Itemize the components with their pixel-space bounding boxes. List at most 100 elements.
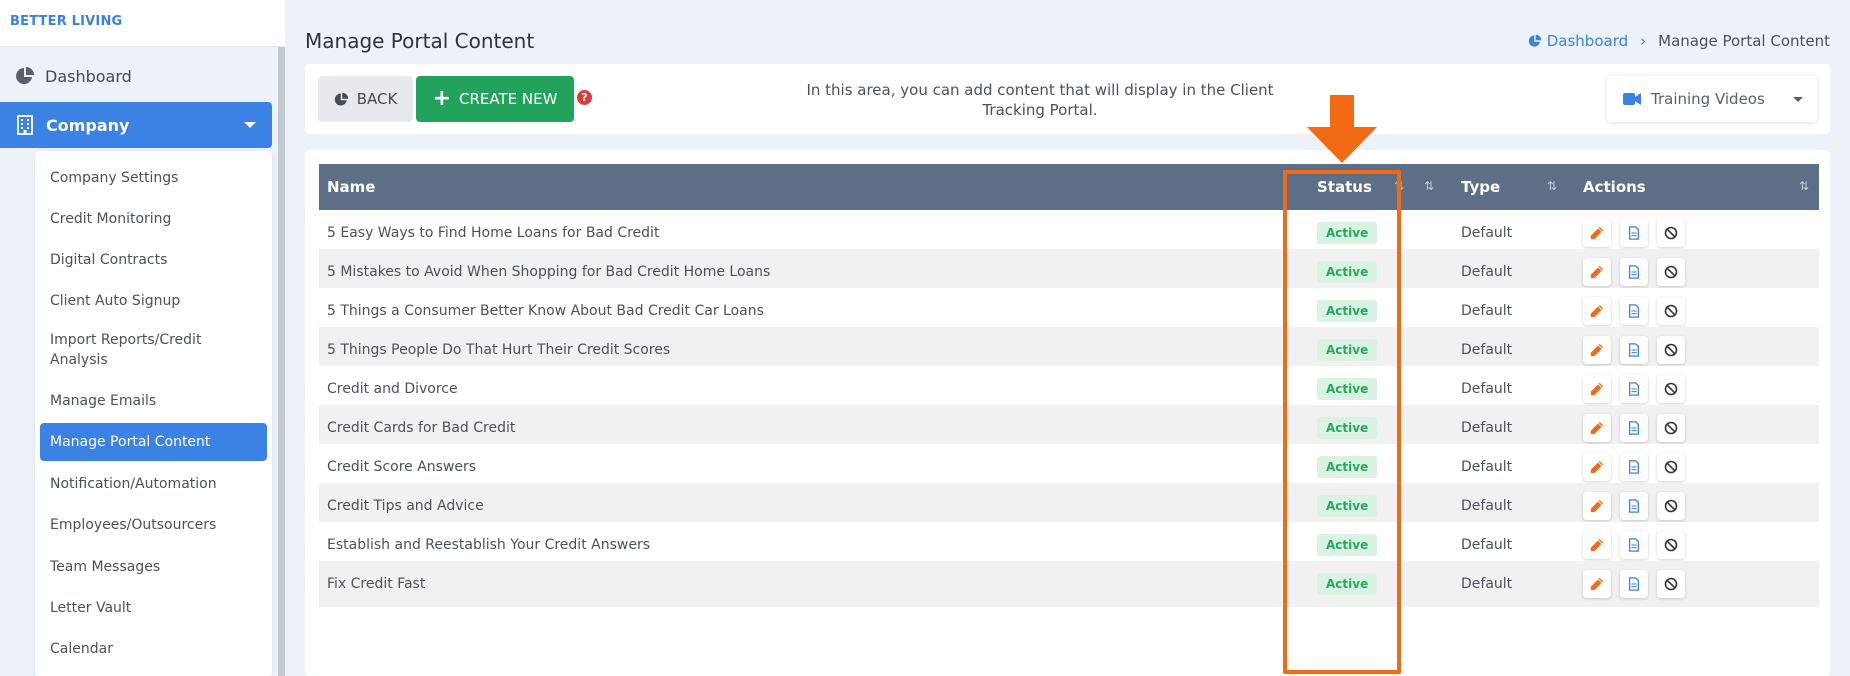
video-camera-icon: [1623, 93, 1641, 105]
info-text: In this area, you can add content that w…: [806, 81, 1274, 119]
submenu-calendar[interactable]: Calendar: [40, 639, 267, 659]
submenu-import-reports[interactable]: Import Reports/Credit Analysis: [40, 330, 240, 370]
view-button[interactable]: [1620, 414, 1648, 442]
pencil-icon: [1590, 343, 1604, 357]
submenu-employees-outsourcers[interactable]: Employees/Outsourcers: [40, 515, 267, 535]
view-button[interactable]: [1620, 375, 1648, 403]
breadcrumb-home-label: Dashboard: [1546, 32, 1629, 50]
edit-button[interactable]: [1583, 531, 1611, 559]
column-header-type[interactable]: Type: [1461, 164, 1500, 210]
disable-button[interactable]: [1657, 414, 1685, 442]
status-badge: Active: [1317, 417, 1378, 439]
submenu-manage-portal-content[interactable]: Manage Portal Content: [40, 423, 267, 461]
table-header: Name ⇅ Status ⇅ Type ⇅ Actions ⇅: [319, 164, 1819, 210]
sidebar-item-company[interactable]: Company: [0, 102, 272, 148]
status-badge: Active: [1317, 573, 1378, 595]
view-button[interactable]: [1620, 453, 1648, 481]
sort-icon[interactable]: ⇅: [1394, 179, 1404, 193]
disable-button[interactable]: [1657, 258, 1685, 286]
submenu-digital-contracts[interactable]: Digital Contracts: [40, 250, 267, 270]
submenu-team-messages[interactable]: Team Messages: [40, 557, 267, 577]
sidebar-scrollbar[interactable]: [278, 47, 285, 676]
pencil-icon: [1590, 226, 1604, 240]
content-table-card: Name ⇅ Status ⇅ Type ⇅ Actions ⇅ 5 Easy …: [305, 150, 1830, 676]
status-badge: Active: [1317, 261, 1378, 283]
column-header-name[interactable]: Name: [327, 164, 375, 210]
content-type-select-value: Training Videos: [1651, 90, 1765, 108]
disable-button[interactable]: [1657, 375, 1685, 403]
breadcrumb-home-link[interactable]: Dashboard: [1528, 32, 1628, 50]
disable-button[interactable]: [1657, 453, 1685, 481]
edit-button[interactable]: [1583, 570, 1611, 598]
disable-button[interactable]: [1657, 570, 1685, 598]
edit-button[interactable]: [1583, 414, 1611, 442]
status-badge: Active: [1317, 222, 1378, 244]
edit-button[interactable]: [1583, 453, 1611, 481]
status-badge: Active: [1317, 300, 1378, 322]
brand-logo-text[interactable]: BETTER LIVING: [10, 14, 122, 29]
pencil-icon: [1590, 538, 1604, 552]
status-badge: Active: [1317, 534, 1378, 556]
sidebar-item-dashboard[interactable]: Dashboard: [0, 57, 278, 95]
back-button-label: BACK: [356, 90, 398, 108]
disable-button[interactable]: [1657, 219, 1685, 247]
ban-icon: [1664, 460, 1678, 474]
disable-button[interactable]: [1657, 336, 1685, 364]
edit-button[interactable]: [1583, 492, 1611, 520]
ban-icon: [1664, 382, 1678, 396]
ban-icon: [1664, 265, 1678, 279]
column-header-label: Name: [327, 178, 376, 196]
view-button[interactable]: [1620, 219, 1648, 247]
pencil-icon: [1590, 460, 1604, 474]
view-button[interactable]: [1620, 336, 1648, 364]
row-name: Fix Credit Fast: [327, 576, 426, 592]
disable-button[interactable]: [1657, 492, 1685, 520]
column-header-actions[interactable]: Actions: [1583, 164, 1646, 210]
view-button[interactable]: [1620, 258, 1648, 286]
edit-button[interactable]: [1583, 219, 1611, 247]
pencil-icon: [1590, 499, 1604, 513]
column-header-status[interactable]: Status: [1317, 164, 1372, 210]
column-header-label: Type: [1461, 178, 1501, 196]
create-new-button-label: CREATE NEW: [459, 90, 558, 108]
sort-icon[interactable]: ⇅: [1424, 179, 1434, 193]
submenu-notification-automation[interactable]: Notification/Automation: [40, 474, 267, 494]
status-badge: Active: [1317, 495, 1378, 517]
submenu-company-settings[interactable]: Company Settings: [40, 168, 267, 188]
brand-header: BETTER LIVING: [0, 0, 285, 47]
view-button[interactable]: [1620, 492, 1648, 520]
ban-icon: [1664, 538, 1678, 552]
submenu-letter-vault[interactable]: Letter Vault: [40, 598, 267, 618]
document-icon: [1628, 382, 1640, 396]
sort-icon[interactable]: ⇅: [1547, 179, 1557, 193]
ban-icon: [1664, 421, 1678, 435]
back-button[interactable]: BACK: [318, 76, 413, 122]
help-icon[interactable]: ?: [577, 90, 592, 105]
disable-button[interactable]: [1657, 531, 1685, 559]
sort-icon[interactable]: ⇅: [1799, 179, 1809, 193]
content-type-select[interactable]: Training Videos: [1607, 76, 1817, 122]
row-type: Default: [1461, 576, 1513, 592]
disable-button[interactable]: [1657, 297, 1685, 325]
view-button[interactable]: [1620, 570, 1648, 598]
edit-button[interactable]: [1583, 375, 1611, 403]
submenu-client-auto-signup[interactable]: Client Auto Signup: [40, 291, 267, 311]
company-submenu: Company Settings Credit Monitoring Digit…: [35, 151, 272, 676]
create-new-button[interactable]: + CREATE NEW: [416, 76, 574, 122]
document-icon: [1628, 460, 1640, 474]
document-icon: [1628, 343, 1640, 357]
submenu-credit-monitoring[interactable]: Credit Monitoring: [40, 209, 267, 229]
table-row[interactable]: Fix Credit Fast Active Default: [319, 561, 1819, 607]
pie-chart-icon: [334, 92, 348, 105]
edit-button[interactable]: [1583, 336, 1611, 364]
ban-icon: [1664, 343, 1678, 357]
breadcrumb: Dashboard › Manage Portal Content: [1528, 32, 1830, 50]
chevron-down-icon: [1793, 97, 1803, 102]
chevron-down-icon: [244, 122, 256, 128]
ban-icon: [1664, 499, 1678, 513]
edit-button[interactable]: [1583, 258, 1611, 286]
edit-button[interactable]: [1583, 297, 1611, 325]
submenu-manage-emails[interactable]: Manage Emails: [40, 391, 267, 411]
view-button[interactable]: [1620, 297, 1648, 325]
view-button[interactable]: [1620, 531, 1648, 559]
